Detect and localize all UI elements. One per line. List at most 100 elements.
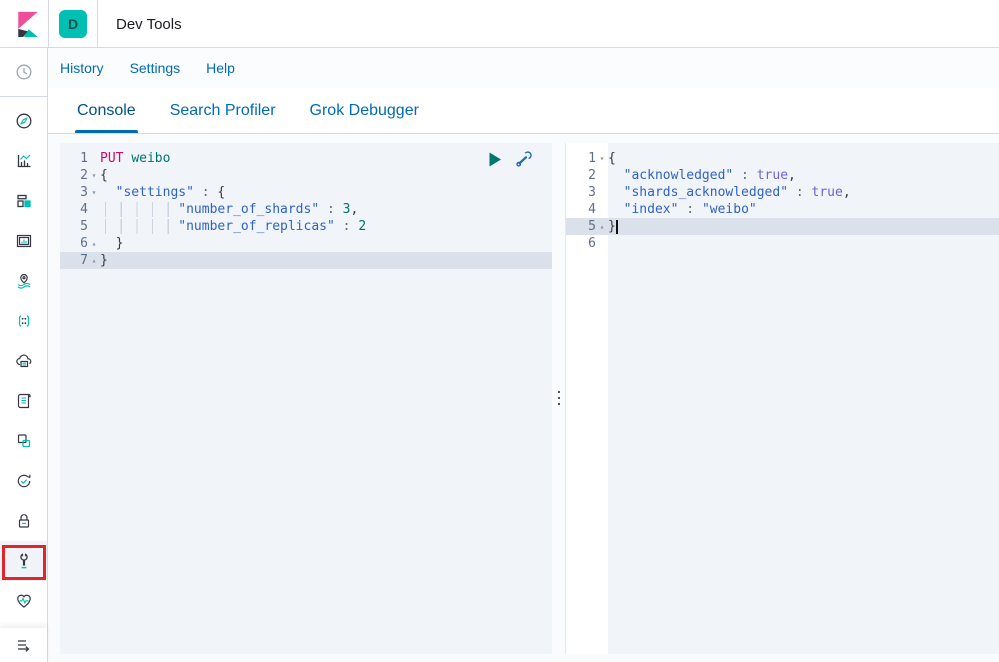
tab-search-profiler[interactable]: Search Profiler <box>168 88 278 133</box>
sidebar-item-logs[interactable] <box>0 381 47 421</box>
line-number: 6 <box>566 235 596 252</box>
wrench-icon <box>15 552 33 570</box>
line-gutter: 2 <box>566 167 608 184</box>
menu-item-settings[interactable]: Settings <box>130 60 181 76</box>
response-viewer[interactable]: 1▾{2 "acknowledged" : true,3 "shards_ack… <box>565 143 999 654</box>
line-number: 4 <box>60 201 88 218</box>
line-gutter: 6▴ <box>60 235 100 252</box>
code-text: } <box>608 218 999 235</box>
line-number: 3 <box>566 184 596 201</box>
line-number: 7 <box>60 252 88 269</box>
line-number: 4 <box>566 201 596 218</box>
request-options-wrench-icon[interactable] <box>514 150 532 168</box>
menu-item-history[interactable]: History <box>60 60 104 76</box>
request-editor-lines[interactable]: 1PUT weibo2▾{3▾ "settings" : {4 "number_… <box>60 143 552 269</box>
sidebar-item-monitoring[interactable] <box>0 581 47 621</box>
code-line[interactable]: 5▴} <box>566 218 999 235</box>
send-request-play-button[interactable] <box>486 150 504 168</box>
code-text <box>608 235 999 252</box>
line-number: 1 <box>566 150 596 167</box>
compass-icon <box>15 112 33 130</box>
sidebar-item-infrastructure[interactable] <box>0 341 47 381</box>
code-line[interactable]: 1 PUT weibo <box>60 150 552 167</box>
canvas-frame-icon <box>15 232 33 250</box>
logs-scroll-icon <box>15 392 33 410</box>
code-text: { <box>100 167 552 184</box>
code-line[interactable]: 1▾{ <box>566 150 999 167</box>
code-line[interactable]: 6▴ } <box>60 235 552 252</box>
console-menu-bar: History Settings Help <box>48 48 999 88</box>
code-text: "settings" : { <box>100 184 552 201</box>
line-gutter: 5 <box>60 218 100 235</box>
panel-resize-handle[interactable] <box>552 134 565 662</box>
line-gutter: 3▾ <box>60 184 100 201</box>
clock-icon <box>15 63 33 81</box>
code-line[interactable]: 4 "number_of_shards" : 3, <box>60 201 552 218</box>
sidebar-collapse-area[interactable] <box>0 628 47 662</box>
lock-icon <box>15 512 33 530</box>
line-number: 5 <box>60 218 88 235</box>
sidebar-item-maps[interactable] <box>0 261 47 301</box>
sidebar-item-visualize[interactable] <box>0 141 47 181</box>
collapse-menu-arrow-icon <box>15 636 33 654</box>
uptime-check-icon <box>15 472 33 490</box>
sidebar-item-siem[interactable] <box>0 501 47 541</box>
fold-toggle-icon[interactable]: ▾ <box>88 167 100 184</box>
line-gutter: 4 <box>566 201 608 218</box>
code-text: } <box>100 252 552 269</box>
sidebar-item-canvas[interactable] <box>0 221 47 261</box>
fold-toggle-icon[interactable]: ▾ <box>88 184 100 201</box>
sidebar-item-dashboard[interactable] <box>0 181 47 221</box>
heartbeat-icon <box>15 592 33 610</box>
request-editor[interactable]: 1PUT weibo2▾{3▾ "settings" : {4 "number_… <box>60 143 552 654</box>
code-text: "number_of_shards" : 3, <box>100 201 552 218</box>
menu-item-help[interactable]: Help <box>206 60 235 76</box>
page-title: Dev Tools <box>116 0 182 48</box>
kibana-logo[interactable] <box>15 9 41 39</box>
line-number: 6 <box>60 235 88 252</box>
line-number: 2 <box>566 167 596 184</box>
response-viewer-lines[interactable]: 1▾{2 "acknowledged" : true,3 "shards_ack… <box>566 143 999 252</box>
text-cursor <box>616 220 618 234</box>
line-gutter: 5▴ <box>566 218 608 235</box>
code-line[interactable]: 2▾{ <box>60 167 552 184</box>
code-text: "acknowledged" : true, <box>608 167 999 184</box>
dashboard-icon <box>15 192 33 210</box>
code-text: "number_of_replicas" : 2 <box>100 218 552 235</box>
console-workspace: 1PUT weibo2▾{3▾ "settings" : {4 "number_… <box>48 134 999 662</box>
code-text: PUT weibo <box>100 150 552 167</box>
line-gutter: 1 <box>60 150 100 167</box>
code-line[interactable]: 7▴} <box>60 252 552 269</box>
sidebar-item-dev-tools[interactable] <box>0 541 47 581</box>
sidebar-item-discover[interactable] <box>0 101 47 141</box>
line-gutter: 1▾ <box>566 150 608 167</box>
fold-toggle-icon[interactable]: ▾ <box>596 150 608 167</box>
sidebar-item-machine-learning[interactable] <box>0 301 47 341</box>
code-line[interactable]: 2 "acknowledged" : true, <box>566 167 999 184</box>
tab-console[interactable]: Console <box>75 88 138 133</box>
code-text: { <box>608 150 999 167</box>
app-sidebar <box>0 48 48 662</box>
line-number: 5 <box>566 218 596 235</box>
line-gutter: 2▾ <box>60 167 100 184</box>
code-line[interactable]: 3▾ "settings" : { <box>60 184 552 201</box>
request-actions <box>486 150 532 168</box>
sidebar-item-apm[interactable] <box>0 421 47 461</box>
code-line[interactable]: 4 "index" : "weibo" <box>566 201 999 218</box>
line-number: 1 <box>60 150 88 167</box>
line-gutter: 7▴ <box>60 252 100 269</box>
fold-toggle-icon[interactable]: ▴ <box>88 252 100 269</box>
code-line[interactable]: 5 "number_of_replicas" : 2 <box>60 218 552 235</box>
tab-grok-debugger[interactable]: Grok Debugger <box>308 88 421 133</box>
code-line[interactable]: 3 "shards_acknowledged" : true, <box>566 184 999 201</box>
code-line[interactable]: 6 <box>566 235 999 252</box>
fold-toggle-icon[interactable]: ▴ <box>88 235 100 252</box>
line-number: 2 <box>60 167 88 184</box>
sidebar-item-recent[interactable] <box>0 52 47 92</box>
sidebar-divider <box>0 96 47 97</box>
sidebar-item-uptime[interactable] <box>0 461 47 501</box>
code-text: "shards_acknowledged" : true, <box>608 184 999 201</box>
map-pin-icon <box>15 272 33 290</box>
fold-toggle-icon[interactable]: ▴ <box>596 218 608 235</box>
line-number: 3 <box>60 184 88 201</box>
